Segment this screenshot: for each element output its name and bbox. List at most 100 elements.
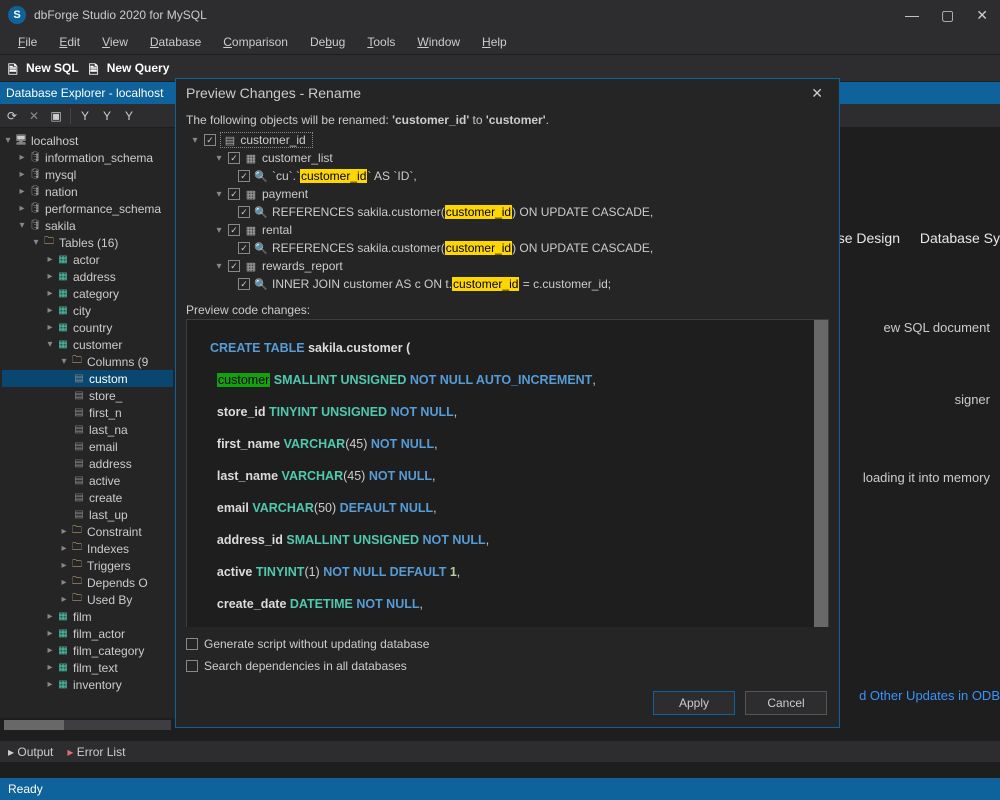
tree-db[interactable]: ▸🛢information_schema [2,149,173,166]
menu-debug[interactable]: Debug [300,33,355,51]
menu-tools[interactable]: Tools [357,33,405,51]
tree-column[interactable]: ▤first_n [2,404,173,421]
title-bar: S dbForge Studio 2020 for MySQL — ▢ ✕ [0,0,1000,30]
checkbox-icon[interactable] [238,242,250,254]
checkbox-icon[interactable] [228,224,240,236]
tree-host[interactable]: ▾🖥localhost [2,132,173,149]
code-scrollbar-vertical[interactable] [814,320,828,627]
obj-detail[interactable]: 🔍`cu`.`customer_id` AS `ID`, [186,167,829,185]
obj-detail[interactable]: 🔍REFERENCES sakila.customer(customer_id)… [186,203,829,221]
bg-news-link[interactable]: d Other Updates in ODB [859,688,1000,703]
new-query-button[interactable]: 🗎New Query [89,61,170,75]
maximize-button[interactable]: ▢ [937,7,958,24]
tree-column-selected[interactable]: ▤custom [2,370,173,387]
checkbox-icon[interactable] [228,152,240,164]
new-sql-button[interactable]: 🗎New SQL [8,61,79,75]
checkbox-icon[interactable] [204,134,216,146]
tree-table[interactable]: ▸▦city [2,302,173,319]
table-icon: ▦ [56,611,70,623]
database-explorer-tree[interactable]: ▾🖥localhost ▸🛢information_schema ▸🛢mysql… [0,128,175,718]
tree-table[interactable]: ▾▦customer [2,336,173,353]
menu-view[interactable]: View [92,33,138,51]
cancel-button[interactable]: Cancel [745,691,827,715]
tree-column[interactable]: ▤store_ [2,387,173,404]
menu-edit[interactable]: Edit [49,33,90,51]
checkbox-icon[interactable] [228,188,240,200]
tree-table[interactable]: ▸▦country [2,319,173,336]
column-icon: ▤ [223,134,237,147]
tree-column[interactable]: ▤active [2,472,173,489]
obj-item[interactable]: ▾▦customer_list [186,149,829,167]
tree-table[interactable]: ▸▦film_category [2,642,173,659]
option-search-dependencies[interactable]: Search dependencies in all databases [186,655,829,677]
filter-icon-3[interactable]: Y [121,108,137,124]
obj-detail[interactable]: 🔍REFERENCES sakila.customer(customer_id)… [186,239,829,257]
tree-columns-folder[interactable]: ▾🗀Columns (9 [2,353,173,370]
menu-database[interactable]: Database [140,33,211,51]
tree-table[interactable]: ▸▦film [2,608,173,625]
tree-db[interactable]: ▸🛢mysql [2,166,173,183]
minimize-button[interactable]: — [901,7,923,24]
table-icon: ▦ [56,322,70,334]
tree-subfolder[interactable]: ▸🗀Depends O [2,574,173,591]
tree-table[interactable]: ▸▦film_text [2,659,173,676]
objects-tree[interactable]: ▾ ▤ customer_id ▾▦customer_list 🔍`cu`.`c… [186,131,829,293]
tree-table[interactable]: ▸▦address [2,268,173,285]
app-icon: S [8,6,26,24]
tree-subfolder[interactable]: ▸🗀Triggers [2,557,173,574]
tree-table[interactable]: ▸▦category [2,285,173,302]
tree-db[interactable]: ▾🛢sakila [2,217,173,234]
obj-item[interactable]: ▾▦payment [186,185,829,203]
filter-icon-1[interactable]: Y [77,108,93,124]
tree-subfolder[interactable]: ▸🗀Constraint [2,523,173,540]
tree-subfolder[interactable]: ▸🗀Indexes [2,540,173,557]
tree-db[interactable]: ▸🛢performance_schema [2,200,173,217]
obj-root[interactable]: ▾ ▤ customer_id [186,131,829,149]
tree-column[interactable]: ▤email [2,438,173,455]
obj-detail[interactable]: 🔍INNER JOIN customer AS c ON t.customer_… [186,275,829,293]
apply-button[interactable]: Apply [653,691,735,715]
code-content: CREATE TABLE sakila.customer ( customer … [201,320,814,627]
tree-table[interactable]: ▸▦film_actor [2,625,173,642]
menu-window[interactable]: Window [407,33,470,51]
delete-icon[interactable]: ✕ [26,108,42,124]
menu-comparison[interactable]: Comparison [213,33,298,51]
obj-item[interactable]: ▾▦rental [186,221,829,239]
checkbox-icon[interactable] [186,660,198,672]
checkbox-icon[interactable] [238,170,250,182]
checkbox-icon[interactable] [228,260,240,272]
tree-column[interactable]: ▤create [2,489,173,506]
checkbox-icon[interactable] [186,638,198,650]
tree-table[interactable]: ▸▦actor [2,251,173,268]
tree-column[interactable]: ▤last_up [2,506,173,523]
table-icon: ▦ [56,254,70,266]
checkbox-icon[interactable] [238,206,250,218]
menu-file[interactable]: File [8,33,47,51]
option-generate-script[interactable]: Generate script without updating databas… [186,633,829,655]
folder-icon: 🗀 [70,577,84,589]
tree-tables-folder[interactable]: ▾🗀Tables (16) [2,234,173,251]
tree-table[interactable]: ▸▦inventory [2,676,173,693]
error-list-tab[interactable]: ▸ Error List [67,745,125,759]
tree-column[interactable]: ▤address [2,455,173,472]
sql-icon: 🗎 [8,61,22,75]
dialog-close-button[interactable]: ✕ [805,83,829,104]
refresh-icon[interactable]: ⟳ [4,108,20,124]
close-button[interactable]: ✕ [972,7,992,24]
tree-column[interactable]: ▤last_na [2,421,173,438]
filter-icon-2[interactable]: Y [99,108,115,124]
new-window-icon[interactable]: ▣ [48,108,64,124]
checkbox-icon[interactable] [238,278,250,290]
search-icon: 🔍 [254,170,268,183]
folder-icon: 🗀 [70,594,84,606]
code-preview[interactable]: CREATE TABLE sakila.customer ( customer … [186,319,829,627]
database-icon: 🛢 [28,152,42,164]
obj-item[interactable]: ▾▦rewards_report [186,257,829,275]
output-tab[interactable]: ▸ Output [8,745,53,759]
tree-db[interactable]: ▸🛢nation [2,183,173,200]
explorer-scrollbar[interactable] [4,720,171,730]
table-icon: ▦ [56,305,70,317]
menu-help[interactable]: Help [472,33,517,51]
column-icon: ▤ [72,390,86,402]
tree-subfolder[interactable]: ▸🗀Used By [2,591,173,608]
